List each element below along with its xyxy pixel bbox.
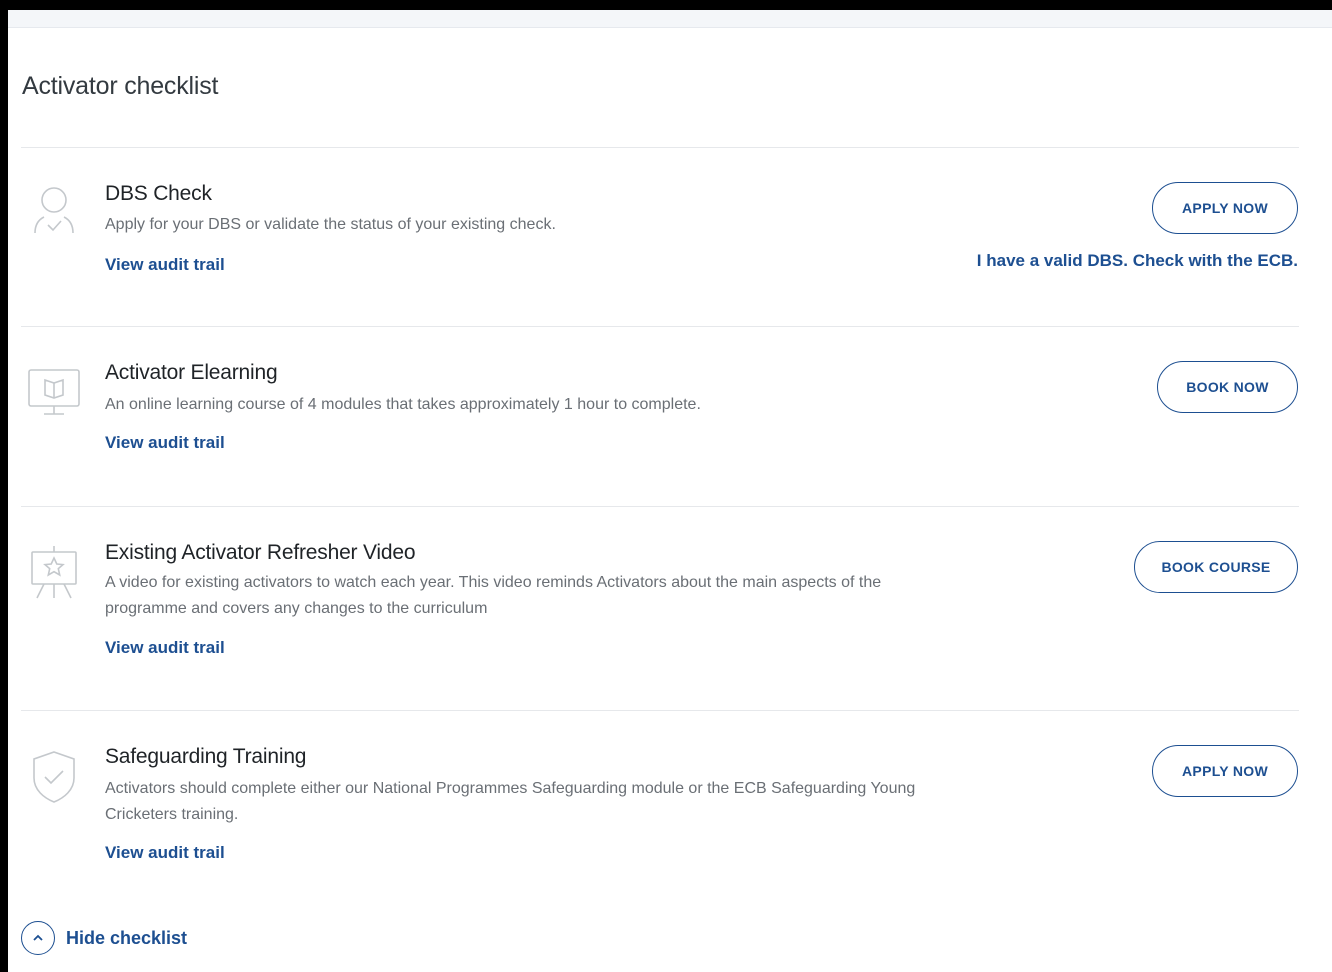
apply-now-button[interactable]: APPLY NOW bbox=[1152, 182, 1298, 234]
divider bbox=[21, 147, 1299, 148]
item-title: Safeguarding Training bbox=[105, 745, 307, 768]
top-bar bbox=[8, 10, 1332, 28]
item-description: Apply for your DBS or validate the statu… bbox=[105, 216, 556, 233]
view-audit-trail-link[interactable]: View audit trail bbox=[105, 433, 225, 453]
item-title: DBS Check bbox=[105, 182, 212, 205]
hide-checklist-toggle[interactable]: Hide checklist bbox=[21, 921, 187, 955]
divider bbox=[21, 710, 1299, 711]
view-audit-trail-link[interactable]: View audit trail bbox=[105, 843, 225, 863]
item-description: Activators should complete either our Na… bbox=[105, 780, 916, 823]
divider bbox=[21, 506, 1299, 507]
checklist-panel: Activator checklist DBS Check Apply for … bbox=[8, 10, 1332, 972]
divider bbox=[21, 326, 1299, 327]
book-course-button[interactable]: BOOK COURSE bbox=[1134, 541, 1298, 593]
easel-star-icon bbox=[26, 544, 82, 600]
monitor-book-icon bbox=[26, 364, 82, 420]
item-title: Existing Activator Refresher Video bbox=[105, 541, 416, 564]
book-now-button[interactable]: BOOK NOW bbox=[1157, 361, 1298, 413]
page-title: Activator checklist bbox=[22, 72, 219, 100]
item-title: Activator Elearning bbox=[105, 361, 278, 384]
apply-now-button[interactable]: APPLY NOW bbox=[1152, 745, 1298, 797]
chevron-up-icon[interactable] bbox=[21, 921, 55, 955]
hide-checklist-label[interactable]: Hide checklist bbox=[66, 928, 187, 949]
item-description: A video for existing activators to watch… bbox=[105, 574, 882, 617]
item-description: An online learning course of 4 modules t… bbox=[105, 396, 701, 413]
view-audit-trail-link[interactable]: View audit trail bbox=[105, 638, 225, 658]
person-check-icon bbox=[26, 183, 82, 239]
shield-check-icon bbox=[26, 748, 82, 804]
view-audit-trail-link[interactable]: View audit trail bbox=[105, 255, 225, 275]
valid-dbs-link[interactable]: I have a valid DBS. Check with the ECB. bbox=[977, 251, 1298, 271]
